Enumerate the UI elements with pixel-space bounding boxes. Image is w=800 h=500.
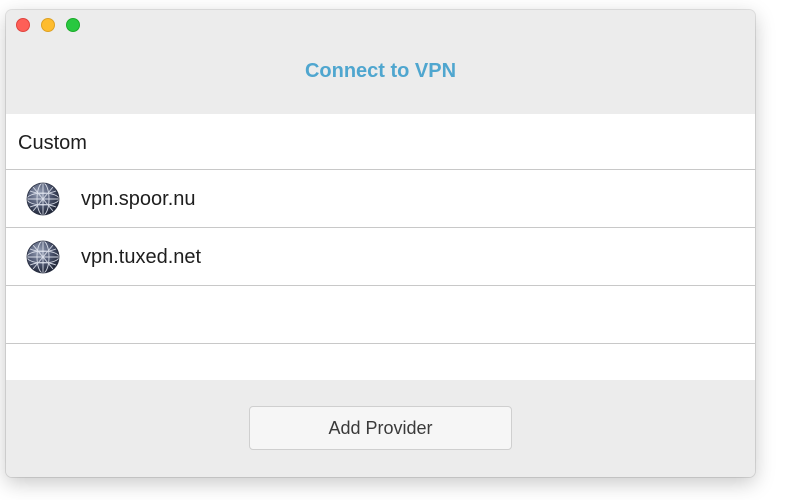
minimize-window-button[interactable] [41,18,55,32]
list-item-vpn-tuxed-net[interactable]: vpn.tuxed.net [6,228,755,286]
empty-list-row [6,344,755,380]
add-provider-button[interactable]: Add Provider [249,406,512,450]
close-window-button[interactable] [16,18,30,32]
section-header: Custom [6,114,755,170]
empty-list-row [6,286,755,344]
provider-label: vpn.spoor.nu [81,188,196,210]
zoom-window-button[interactable] [66,18,80,32]
list-item-vpn-spoor-nu[interactable]: vpn.spoor.nu [6,170,755,228]
provider-label: vpn.tuxed.net [81,246,202,268]
vpn-window: Connect to VPN Custom vpn.spoor.nu vpn.t… [6,10,755,477]
page-title: Connect to VPN [304,60,457,82]
globe-icon [26,240,60,274]
section-header-label: Custom [18,132,87,154]
footer: Add Provider [6,380,755,477]
provider-list: Custom vpn.spoor.nu vpn.tuxed.net [6,114,755,380]
title-bar: Connect to VPN [6,10,755,114]
globe-icon [26,182,60,216]
